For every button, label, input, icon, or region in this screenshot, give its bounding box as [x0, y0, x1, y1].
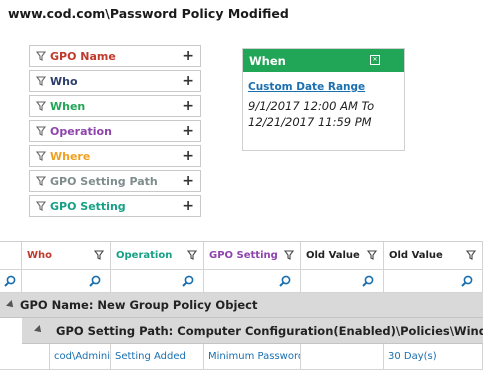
when-card-title: When [249, 53, 286, 68]
filter-label: Where [50, 149, 91, 163]
add-icon[interactable]: + [182, 198, 194, 214]
grid-search-row [0, 270, 483, 293]
filter-icon [34, 75, 48, 87]
table-cell [301, 344, 384, 369]
table-cell: 30 Day(s) [384, 344, 483, 369]
search-icon[interactable] [89, 275, 101, 290]
column-header-who[interactable]: Who [22, 242, 111, 269]
filter-icon [34, 150, 48, 162]
group-row-gpo-setting-path[interactable]: GPO Setting Path: Computer Configuration… [22, 318, 483, 344]
collapse-triangle-icon[interactable] [6, 300, 16, 310]
column-header-label: Old Value [389, 250, 443, 261]
table-cell: Setting Added [111, 344, 204, 369]
filter-label: GPO Setting Path [50, 174, 158, 188]
grid-header-spacer [0, 242, 22, 269]
filter-item-gpo-name[interactable]: GPO Name + [29, 45, 201, 67]
column-header-label: GPO Setting [209, 250, 278, 261]
when-card: When ✕ Custom Date Range 9/1/2017 12:00 … [242, 48, 405, 151]
column-search-cell[interactable] [204, 270, 301, 292]
group-label: GPO Name: New Group Policy Object [20, 298, 258, 312]
group-label: GPO Setting Path: Computer Configuration… [56, 323, 483, 338]
filter-icon [34, 175, 48, 187]
custom-date-range-link[interactable]: Custom Date Range [248, 81, 404, 93]
close-icon[interactable]: ✕ [370, 55, 380, 65]
date-range-end: 12/21/2017 11:59 PM [248, 115, 372, 129]
filter-list: GPO Name + Who + When + Operation + Wher… [29, 45, 201, 220]
column-search-cell[interactable] [301, 270, 384, 292]
filter-item-gpo-setting[interactable]: GPO Setting + [29, 195, 201, 217]
search-icon[interactable] [362, 275, 374, 290]
filter-label: When [50, 99, 86, 113]
column-header-gpo-setting[interactable]: GPO Setting [204, 242, 301, 269]
filter-label: GPO Name [50, 49, 116, 63]
column-filter-icon[interactable] [186, 250, 198, 263]
group-row-gpo-name[interactable]: GPO Name: New Group Policy Object [0, 293, 483, 318]
filter-item-when[interactable]: When + [29, 95, 201, 117]
add-icon[interactable]: + [182, 123, 194, 139]
column-header-old-value[interactable]: Old Value [301, 242, 384, 269]
search-icon[interactable] [4, 275, 16, 290]
filter-item-gpo-setting-path[interactable]: GPO Setting Path + [29, 170, 201, 192]
filter-icon [34, 50, 48, 62]
add-icon[interactable]: + [182, 73, 194, 89]
filter-label: GPO Setting [50, 199, 126, 213]
search-icon[interactable] [279, 275, 291, 290]
add-icon[interactable]: + [182, 148, 194, 164]
table-cell: Minimum Password [204, 344, 301, 369]
filter-label: Operation [50, 124, 112, 138]
column-search-cell[interactable] [384, 270, 483, 292]
page-title: www.cod.com\Password Policy Modified [8, 6, 289, 21]
filter-label: Who [50, 74, 78, 88]
column-filter-icon[interactable] [93, 250, 105, 263]
add-icon[interactable]: + [182, 98, 194, 114]
filter-icon [34, 100, 48, 112]
add-icon[interactable]: + [182, 48, 194, 64]
filter-icon [34, 200, 48, 212]
column-filter-icon[interactable] [283, 250, 295, 263]
filter-item-operation[interactable]: Operation + [29, 120, 201, 142]
date-range-start: 9/1/2017 12:00 AM To [248, 99, 375, 113]
when-card-header: When ✕ [243, 49, 404, 72]
filter-icon [34, 125, 48, 137]
grid-header-row: Who Operation GPO Setting Old Value Old … [0, 242, 483, 270]
search-icon[interactable] [461, 275, 473, 290]
column-search-cell[interactable] [111, 270, 204, 292]
filter-item-where[interactable]: Where + [29, 145, 201, 167]
table-cell: cod\Admini... [50, 344, 111, 369]
column-header-label: Who [27, 250, 53, 261]
column-header-label: Operation [116, 250, 173, 261]
table-row[interactable]: cod\Admini...Setting AddedMinimum Passwo… [0, 344, 483, 370]
filter-item-who[interactable]: Who + [29, 70, 201, 92]
column-header-old-value[interactable]: Old Value [384, 242, 483, 269]
date-range-text: 9/1/2017 12:00 AM To 12/21/2017 11:59 PM [248, 98, 404, 130]
column-filter-icon[interactable] [465, 250, 477, 263]
results-grid: Who Operation GPO Setting Old Value Old … [0, 241, 483, 370]
search-icon[interactable] [182, 275, 194, 290]
column-header-label: Old Value [306, 250, 360, 261]
column-header-operation[interactable]: Operation [111, 242, 204, 269]
row-indent [0, 344, 50, 369]
collapse-triangle-icon[interactable] [34, 325, 44, 335]
grid-search-spacer[interactable] [0, 270, 22, 292]
add-icon[interactable]: + [182, 173, 194, 189]
column-filter-icon[interactable] [366, 250, 378, 263]
column-search-cell[interactable] [22, 270, 111, 292]
